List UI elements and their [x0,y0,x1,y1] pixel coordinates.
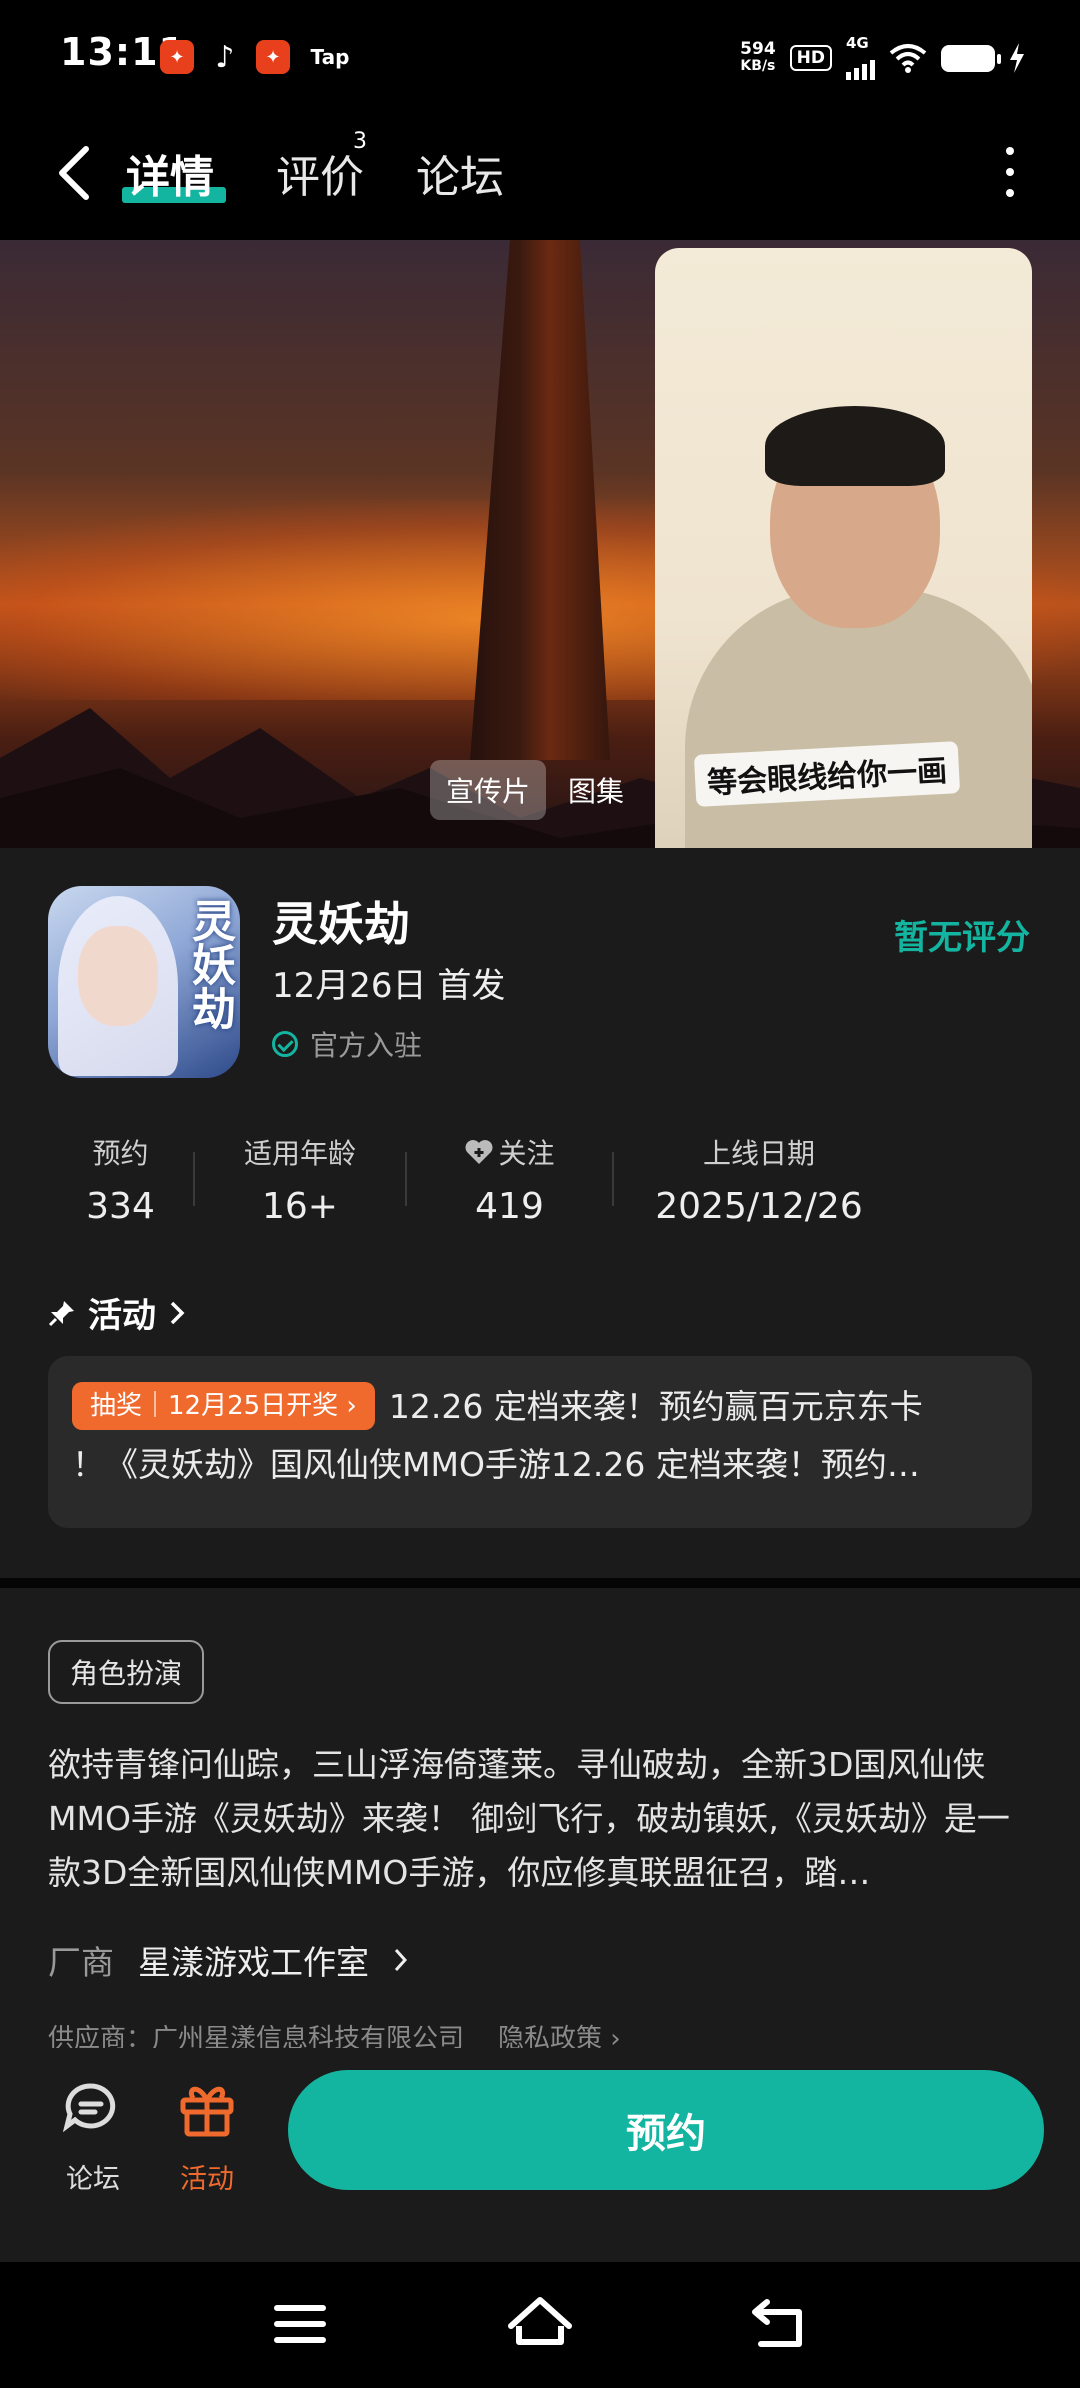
gallery-tab[interactable]: 图集 [552,760,640,820]
tab-details[interactable]: 详情 [126,141,214,205]
top-navigation: 详情 评价 3 论坛 [0,115,1080,240]
activity-button[interactable]: 活动 [162,2078,252,2196]
stats-row: 预约 334 适用年龄 16+ 关注 419 上线日期 2025/12/26 [48,1132,1032,1232]
system-navigation-bar [0,2262,1080,2388]
tab-forum[interactable]: 论坛 [416,141,504,205]
bottom-action-bar: 论坛 活动 预约 [0,2048,1080,2262]
activity-card[interactable]: 抽奖｜12月25日开奖 › 12.26 定档来袭！预约赢百元京东卡 ！《灵妖劫》国… [48,1356,1032,1528]
pin-icon [48,1300,74,1326]
video-person-hair [765,406,945,486]
genre-tag[interactable]: 角色扮演 [48,1640,205,1704]
trailer-tab[interactable]: 宣传片 [430,760,547,820]
app-notification-icon: ✦ [160,40,194,74]
forum-chat-icon [62,2083,116,2133]
icon-calligraphy: 灵妖劫 [184,898,235,1030]
official-badge: 官方入驻 [272,1024,422,1064]
charging-icon [1010,43,1024,73]
activity-header[interactable]: 活动 [48,1288,186,1337]
status-indicators: 594 KB/s HD 4G [740,36,1025,80]
notification-icons: ✦ ♪ ✦ Tap [160,39,356,75]
heart-plus-icon [465,1140,493,1164]
network-speed: 594 KB/s [740,39,776,75]
lottery-pill: 抽奖｜12月25日开奖 › [72,1382,375,1430]
release-info: 12月26日 首发 [272,966,506,1006]
forum-button[interactable]: 论坛 [48,2078,138,2196]
floating-video-window[interactable]: 等会眼线给你一画 [655,248,1032,920]
game-info-section: 灵妖劫 灵妖劫 12月26日 首发 官方入驻 暂无评分 预约 334 适用年龄 … [0,848,1080,1578]
icon-face [78,926,158,1026]
game-app-icon: 灵妖劫 [48,886,240,1078]
vendor-row[interactable]: 厂商 星漾游戏工作室 [48,1936,409,1984]
stat-release-date: 上线日期 2025/12/26 [655,1137,863,1227]
app-notification-icon: ✦ [256,40,290,74]
gift-icon [180,2086,234,2137]
chevron-right-icon [170,1301,185,1324]
tiktok-icon: ♪ [215,39,235,75]
stat-age-rating: 适用年龄 16+ [243,1137,356,1227]
menu-icon[interactable] [265,2292,335,2356]
stat-reservations: 预约 334 [86,1137,155,1227]
reserve-button[interactable]: 预约 [288,2070,1044,2190]
rating-status: 暂无评分 [894,918,1030,958]
activity-line-2: ！《灵妖劫》国风仙侠MMO手游12.26 定档来袭！预约… [72,1445,920,1484]
more-menu-icon[interactable] [1006,147,1018,197]
vendor-name: 星漾游戏工作室 [138,1943,369,1982]
reviews-count-badge: 3 [353,129,367,154]
hd-icon: HD [789,45,832,71]
chevron-right-icon [394,1948,408,1972]
cellular-signal-icon: 4G [846,36,875,80]
back-arrow-icon[interactable] [52,143,102,203]
taptap-icon: Tap [310,45,350,69]
hero-media-tabs: 宣传片 图集 [430,760,640,820]
description-section: 角色扮演 欲持青锋问仙踪，三山浮海倚蓬莱。寻仙破劫，全新3D国风仙侠MMO手游《… [0,1588,1080,2068]
check-circle-icon [272,1031,298,1057]
wifi-icon [889,44,927,73]
battery-icon [941,44,1001,72]
home-icon[interactable] [505,2292,575,2356]
vendor-label: 厂商 [48,1943,114,1982]
back-icon[interactable] [745,2292,815,2356]
stat-followers[interactable]: 关注 419 [407,1132,612,1232]
activity-line-1: 抽奖｜12月25日开奖 › 12.26 定档来袭！预约赢百元京东卡 [72,1378,1008,1436]
status-bar: 13:11 ✦ ♪ ✦ Tap 594 KB/s HD 4G [0,0,1080,115]
game-title: 灵妖劫 [272,897,410,951]
description-text[interactable]: 欲持青锋问仙踪，三山浮海倚蓬莱。寻仙破劫，全新3D国风仙侠MMO手游《灵妖劫》来… [48,1738,1032,1900]
tab-reviews[interactable]: 评价 [276,141,364,205]
section-separator [0,1578,1080,1588]
